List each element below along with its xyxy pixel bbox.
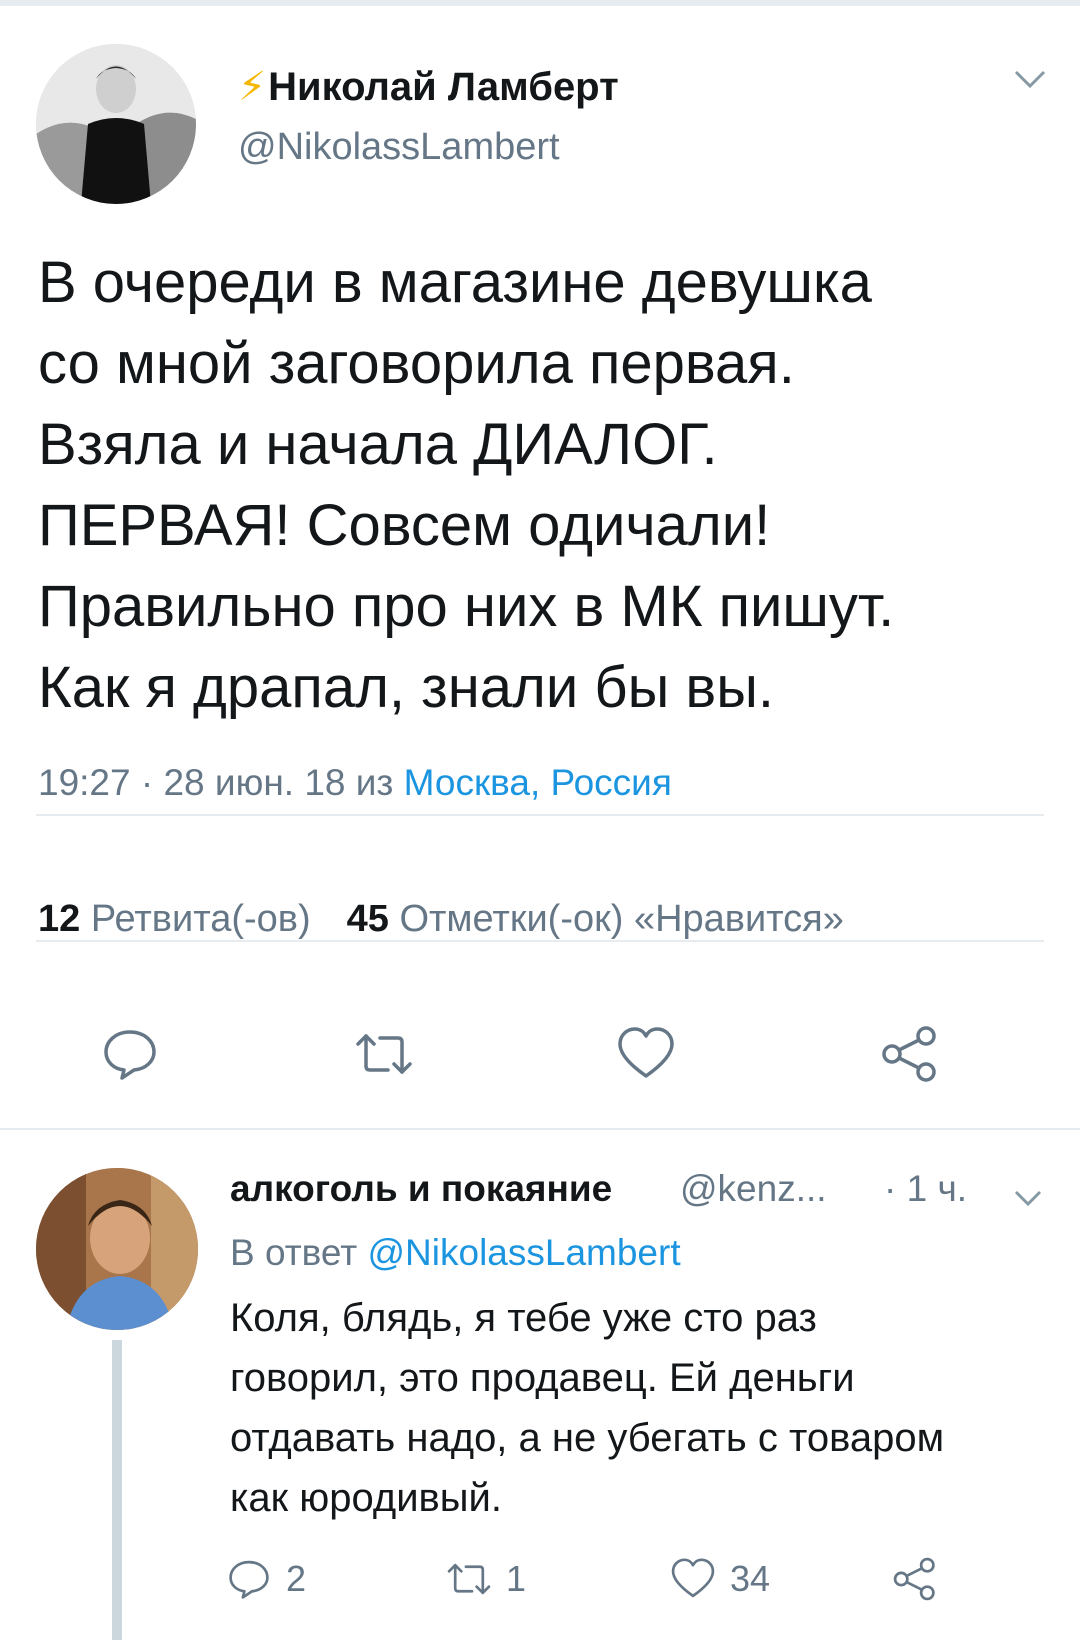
reply-share-button[interactable] — [892, 1554, 938, 1604]
retweet-count: 12 — [38, 898, 81, 940]
author-name[interactable]: ⚡Николай Ламберт — [238, 64, 619, 110]
reply-author-handle[interactable]: @kenz... — [680, 1168, 827, 1210]
tweet-text: В очереди в магазине девушка со мной заг… — [38, 250, 895, 720]
reply-avatar-photo — [36, 1168, 198, 1330]
retweet-stat[interactable]: 12 Ретвита(-ов) — [38, 898, 311, 940]
reply-author-name[interactable]: алкоголь и покаяние — [230, 1168, 612, 1210]
tweet-stats: 12 Ретвита(-ов) 45 Отметки(-ок) «Нравится… — [38, 898, 844, 941]
tweet-time: 19:27 · 28 июн. 18 из — [38, 762, 394, 803]
share-icon[interactable] — [880, 1024, 940, 1084]
reply-avatar[interactable] — [36, 1168, 198, 1330]
like-count: 45 — [346, 898, 389, 940]
thread-line — [112, 1340, 122, 1640]
like-stat[interactable]: 45 Отметки(-ок) «Нравится» — [347, 898, 844, 940]
reply-to-line: В ответ @NikolassLambert — [230, 1232, 681, 1274]
reply-icon — [229, 1560, 269, 1599]
reply-text: Коля, блядь, я тебе уже сто раз говорил,… — [230, 1296, 945, 1520]
chevron-down-icon[interactable] — [1012, 1186, 1044, 1210]
reply-retweet-button[interactable]: 1 — [446, 1554, 526, 1604]
avatar-photo — [36, 44, 196, 204]
reply-mention[interactable]: @NikolassLambert — [368, 1232, 681, 1273]
like-icon[interactable] — [616, 1024, 676, 1084]
reply-icon[interactable] — [100, 1024, 160, 1084]
divider — [36, 814, 1044, 816]
tweet-meta: 19:27 · 28 июн. 18 из Москва, Россия — [38, 762, 672, 804]
reply-like-count: 34 — [730, 1558, 771, 1599]
divider — [36, 940, 1044, 942]
reply-retweet-count: 1 — [506, 1558, 527, 1599]
like-label: Отметки(-ок) «Нравится» — [399, 898, 844, 940]
author-name-text: Николай Ламберт — [268, 65, 619, 109]
reply-like-button[interactable]: 34 — [670, 1554, 770, 1604]
reply-time[interactable]: · 1 ч. — [884, 1168, 967, 1210]
tweet-location[interactable]: Москва, Россия — [404, 762, 672, 803]
bolt-icon: ⚡ — [238, 65, 267, 109]
author-handle[interactable]: @NikolassLambert — [238, 126, 560, 169]
retweet-label: Ретвита(-ов) — [90, 898, 311, 940]
reply-reply-count: 2 — [286, 1558, 307, 1599]
retweet-icon[interactable] — [354, 1024, 414, 1084]
section-divider — [0, 1128, 1080, 1130]
reply-reply-button[interactable]: 2 — [226, 1554, 306, 1604]
retweet-icon — [447, 1563, 491, 1595]
top-border — [0, 0, 1080, 6]
reply-prefix: В ответ — [230, 1232, 358, 1273]
share-icon — [893, 1557, 935, 1601]
like-icon — [671, 1558, 715, 1598]
author-avatar[interactable] — [36, 44, 196, 204]
chevron-down-icon[interactable] — [1012, 66, 1048, 92]
